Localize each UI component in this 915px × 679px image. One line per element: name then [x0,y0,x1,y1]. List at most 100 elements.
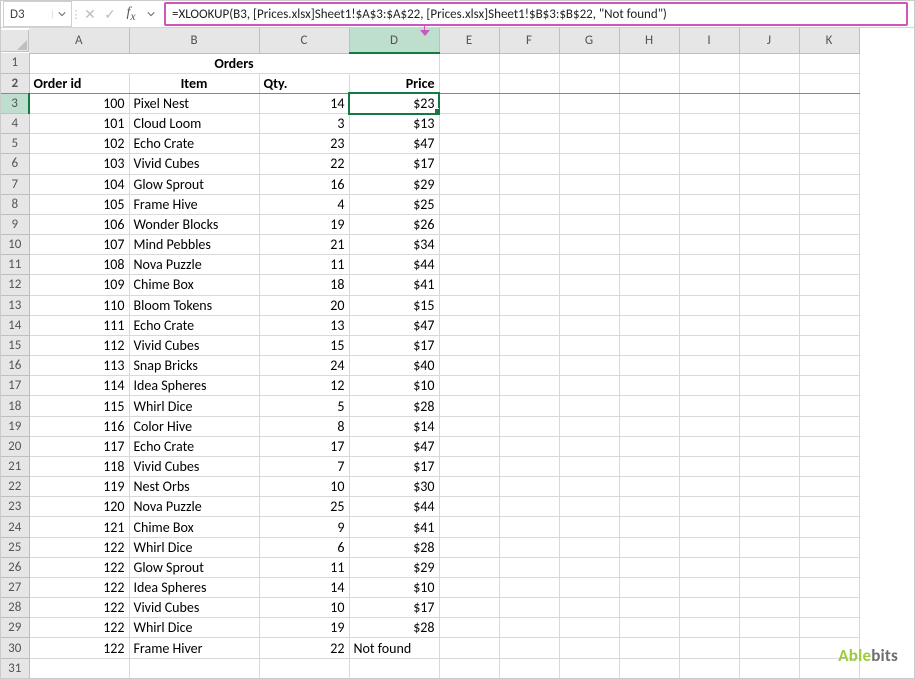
cell[interactable] [559,356,619,376]
cell[interactable] [439,114,499,134]
cell[interactable] [499,134,559,154]
cell-item[interactable]: Nova Puzzle [129,255,259,275]
cell[interactable] [739,557,799,577]
title-cell[interactable]: Orders [29,53,439,73]
cell[interactable] [799,517,859,537]
row-header[interactable]: 28 [1,598,29,618]
cell[interactable] [739,396,799,416]
cell-price[interactable]: $44 [349,255,439,275]
row-header[interactable]: 23 [1,497,29,517]
cell[interactable] [499,557,559,577]
cell[interactable] [439,315,499,335]
cell[interactable] [559,134,619,154]
cell-order-id[interactable]: 122 [29,577,129,597]
cell[interactable] [619,416,679,436]
cell-order-id[interactable]: 105 [29,194,129,214]
cell-price[interactable]: $28 [349,537,439,557]
spreadsheet-grid[interactable]: ABCDEFGHIJK1Orders2Order idItemQty.Price… [1,28,914,679]
cell-qty[interactable]: 12 [259,376,349,396]
row-header[interactable]: 13 [1,295,29,315]
cell[interactable] [679,154,739,174]
cell-qty[interactable]: 24 [259,356,349,376]
row-header[interactable]: 12 [1,275,29,295]
cell[interactable] [559,174,619,194]
cell-price[interactable]: $25 [349,194,439,214]
cell[interactable] [739,235,799,255]
cell[interactable] [799,598,859,618]
cell[interactable] [799,214,859,234]
row-header[interactable]: 11 [1,255,29,275]
cell[interactable] [739,356,799,376]
cell[interactable] [739,53,799,73]
name-box[interactable]: D3 [3,1,72,27]
cell[interactable] [559,335,619,355]
col-header-F[interactable]: F [499,28,559,53]
cell[interactable] [619,315,679,335]
cell[interactable] [499,416,559,436]
cell[interactable] [799,194,859,214]
cell-qty[interactable]: 11 [259,557,349,577]
cell[interactable] [679,214,739,234]
cell[interactable] [679,396,739,416]
cell-order-id[interactable]: 112 [29,335,129,355]
cell-qty[interactable]: 13 [259,315,349,335]
cell-order-id[interactable]: 110 [29,295,129,315]
cell-order-id[interactable]: 122 [29,638,129,658]
cell-order-id[interactable]: 108 [29,255,129,275]
cell[interactable] [499,537,559,557]
cell-order-id[interactable]: 113 [29,356,129,376]
cell[interactable] [559,53,619,73]
fx-dropdown-icon[interactable] [142,10,160,18]
cell[interactable] [499,638,559,658]
insert-function-button[interactable]: fx [120,5,142,23]
cell-order-id[interactable]: 111 [29,315,129,335]
row-header[interactable]: 15 [1,335,29,355]
cell[interactable] [739,134,799,154]
row-header[interactable]: 22 [1,477,29,497]
cell-price[interactable]: $29 [349,174,439,194]
cell[interactable] [499,376,559,396]
cell[interactable] [679,618,739,638]
cell-price[interactable]: $47 [349,436,439,456]
cell[interactable] [619,477,679,497]
cell[interactable] [799,93,859,113]
header-cell[interactable]: Qty. [259,73,349,93]
cell[interactable] [559,376,619,396]
cell-item[interactable]: Vivid Cubes [129,456,259,476]
cell-item[interactable]: Glow Sprout [129,174,259,194]
cell-price[interactable]: $17 [349,154,439,174]
cell-price[interactable]: $44 [349,497,439,517]
cell[interactable] [499,93,559,113]
cell-qty[interactable]: 19 [259,618,349,638]
cell-item[interactable]: Vivid Cubes [129,154,259,174]
cell[interactable] [439,356,499,376]
cell[interactable] [679,73,739,93]
cell[interactable] [679,557,739,577]
col-header-C[interactable]: C [259,28,349,53]
cell[interactable] [799,537,859,557]
cell[interactable] [439,537,499,557]
row-header[interactable]: 17 [1,376,29,396]
cell[interactable] [559,295,619,315]
cell[interactable] [559,456,619,476]
cell[interactable] [439,174,499,194]
cell-item[interactable]: Frame Hiver [129,638,259,658]
cell-item[interactable]: Echo Crate [129,436,259,456]
cell[interactable] [499,436,559,456]
cell[interactable] [799,436,859,456]
cell[interactable] [499,295,559,315]
cell[interactable] [499,154,559,174]
cell-qty[interactable]: 25 [259,497,349,517]
cell[interactable] [439,497,499,517]
cell-item[interactable]: Echo Crate [129,134,259,154]
row-header[interactable]: 21 [1,456,29,476]
cell[interactable] [439,235,499,255]
cell[interactable] [799,53,859,73]
cell-price[interactable]: $30 [349,477,439,497]
cell[interactable] [679,416,739,436]
cell[interactable] [559,537,619,557]
cell-price[interactable]: $13 [349,114,439,134]
cell[interactable] [619,194,679,214]
cell[interactable] [619,598,679,618]
cell[interactable] [679,598,739,618]
